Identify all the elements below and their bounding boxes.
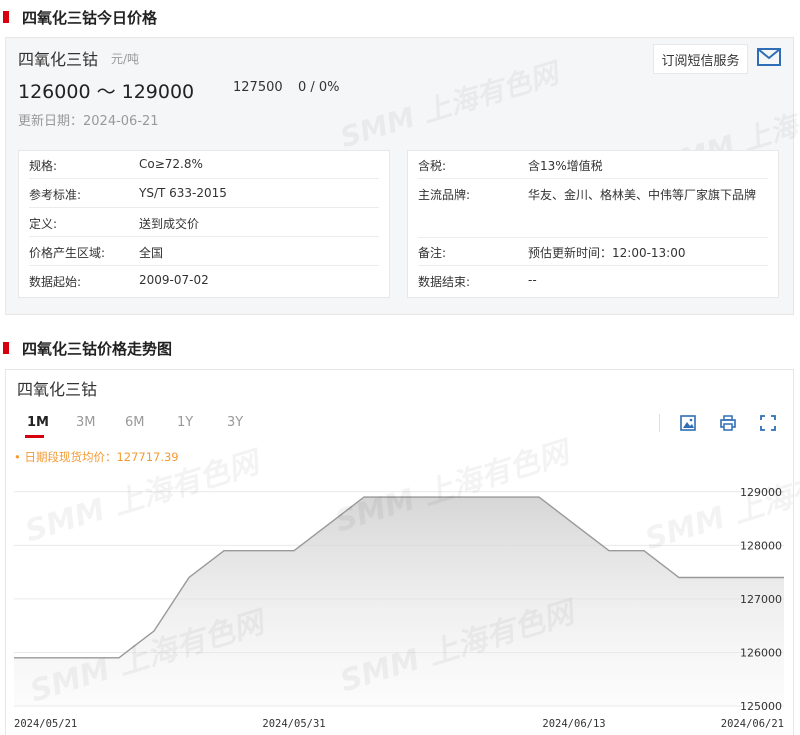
x-tick-label: 2024/05/31 bbox=[262, 718, 325, 730]
x-tick-label: 2024/05/21 bbox=[14, 718, 77, 730]
x-tick-label: 2024/06/13 bbox=[542, 718, 605, 730]
y-tick-label: 126000 bbox=[740, 646, 782, 659]
x-tick-label: 2024/06/21 bbox=[721, 718, 784, 730]
y-tick-label: 128000 bbox=[740, 539, 782, 552]
price-trend-chart: 1250001260001270001280001290002024/05/21… bbox=[14, 486, 784, 730]
y-tick-label: 127000 bbox=[740, 593, 782, 606]
y-tick-label: 125000 bbox=[740, 700, 782, 713]
